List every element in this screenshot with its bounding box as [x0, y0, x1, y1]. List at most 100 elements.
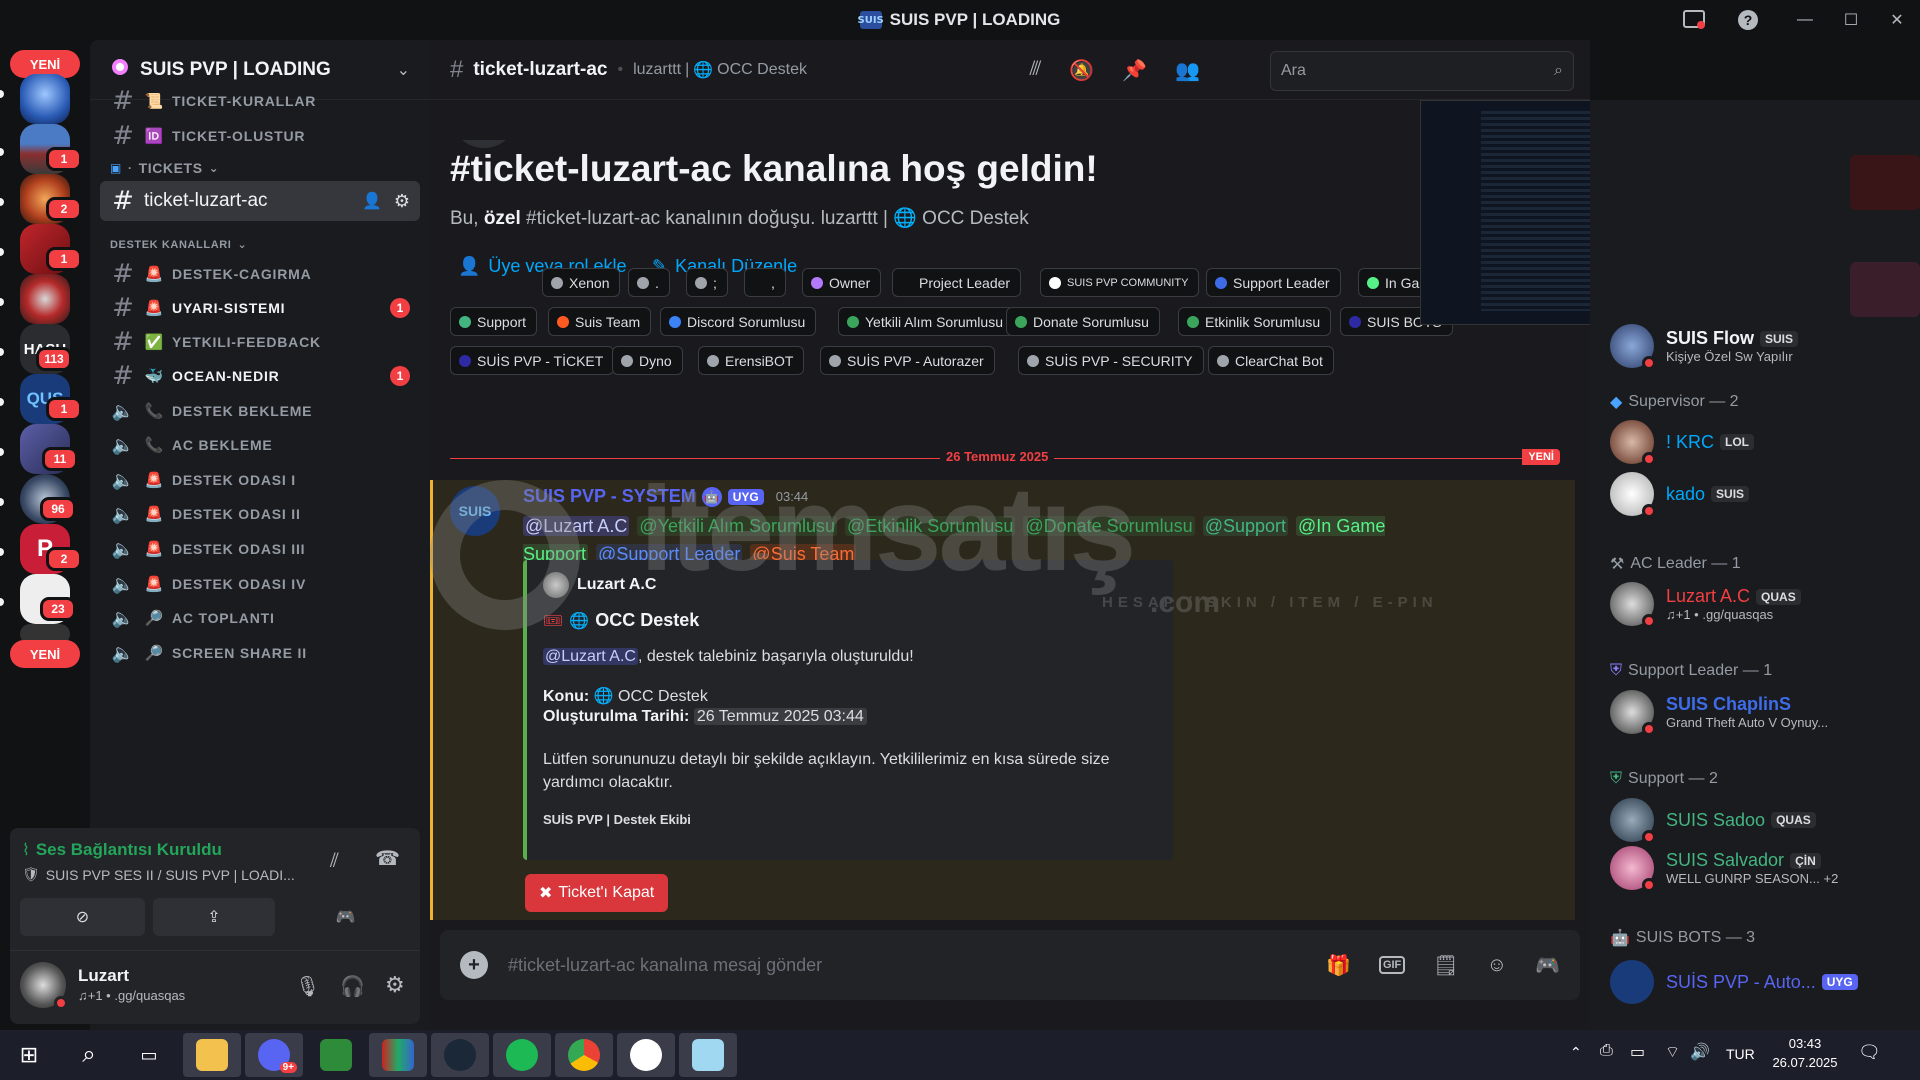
user-mention[interactable]: @Luzart A.C — [543, 648, 638, 665]
role-pill[interactable]: Project Leader — [892, 268, 1022, 297]
channel-destek-cagirma[interactable]: # 🚨 DESTEK-CAGIRMA — [100, 255, 420, 293]
message-composer[interactable]: + #ticket-luzart-ac kanalına mesaj gönde… — [440, 930, 1580, 1000]
avatar[interactable]: SUIS — [450, 486, 500, 536]
show-hidden-icons[interactable]: ⌃ — [1570, 1044, 1582, 1061]
clock[interactable]: 03:43 26.07.2025 — [1770, 1036, 1840, 1070]
member-list-icon[interactable]: 👥 — [1175, 58, 1200, 83]
gift-icon[interactable]: 🎁 — [1326, 953, 1351, 978]
voice-channel-destek-odasi-4[interactable]: 🔈 🚨 DESTEK ODASI IV — [100, 565, 420, 603]
voice-channel-destek-bekleme[interactable]: 🔈 📞 DESTEK BEKLEME — [100, 392, 420, 430]
device-icon[interactable]: ⎙ — [1600, 1042, 1613, 1060]
voice-channel-destek-odasi-3[interactable]: 🔈 🚨 DESTEK ODASI III — [100, 530, 420, 568]
role-pill[interactable]: ; — [686, 268, 728, 297]
start-button[interactable]: ⊞ — [0, 1033, 58, 1077]
disconnect-icon[interactable]: ☎ — [375, 846, 400, 871]
voice-channel-ac-toplanti[interactable]: 🔈 🔎 AC TOPLANTI — [100, 599, 420, 637]
embed-author[interactable]: Luzart A.C — [543, 572, 656, 598]
battery-icon[interactable]: ▭ — [1630, 1042, 1645, 1062]
role-pill[interactable]: SUİS PVP - TİCKET — [450, 346, 615, 375]
taskbar-app-green[interactable] — [307, 1033, 365, 1077]
role-pill[interactable]: Discord Sorumlusu — [660, 307, 817, 336]
close-ticket-button[interactable]: ✖ Ticket'ı Kapat — [525, 874, 669, 912]
taskbar-ghub[interactable] — [617, 1033, 675, 1077]
role-mention[interactable]: @Luzart A.C — [523, 516, 630, 536]
voice-channel-ac-bekleme[interactable]: 🔈 📞 AC BEKLEME — [100, 426, 420, 464]
taskbar-spotify[interactable] — [493, 1033, 551, 1077]
inbox-icon[interactable] — [1682, 8, 1706, 32]
role-pill[interactable]: SUİS PVP - Autorazer — [820, 346, 995, 375]
role-pill[interactable]: Donate Sorumlusu — [1006, 307, 1160, 336]
gif-icon[interactable]: GIF — [1378, 956, 1406, 974]
channel-ticket-kurallar[interactable]: # 📜 TICKET-KURALLAR — [100, 82, 420, 120]
channel-topic[interactable]: luzarttt | 🌐 OCC Destek — [633, 60, 807, 80]
role-mention[interactable]: @Yetkili Alım Sorumlusu — [637, 516, 838, 536]
category-tickets[interactable]: ▣ · TICKETS ⌄ — [110, 160, 219, 176]
activity-button[interactable]: 🎮 — [283, 898, 408, 936]
channel-yetkili-feedback[interactable]: # ✅ YETKILI-FEEDBACK — [100, 323, 420, 361]
screen-share-button[interactable]: ⇪ — [153, 898, 275, 936]
headphones-icon[interactable]: 🎧 — [340, 974, 365, 999]
role-pill[interactable]: . — [628, 268, 670, 297]
notification-icon[interactable]: 🗨 — [1858, 1042, 1881, 1063]
role-pill[interactable]: ErensiBOT — [698, 346, 805, 375]
volume-icon[interactable]: 🔊 — [1690, 1042, 1710, 1062]
channel-ocean-nedir[interactable]: # 🐳 OCEAN-NEDIR 1 — [100, 357, 420, 395]
role-pill[interactable]: Dyno — [612, 346, 683, 375]
task-view-button[interactable]: ▭ — [120, 1033, 178, 1077]
gear-icon[interactable]: ⚙ — [394, 191, 410, 212]
role-pill[interactable]: SUIS PVP COMMUNITY — [1040, 268, 1200, 297]
settings-gear-icon[interactable]: ⚙ — [385, 972, 405, 998]
search-button[interactable]: ⌕ — [60, 1033, 118, 1077]
member-luzart[interactable]: Luzart A.C QUAS ♫+1 • .gg/quasqas — [1610, 580, 1910, 628]
camera-button[interactable]: ⊘ — [20, 898, 145, 936]
voice-channel-info[interactable]: 🛡 SUIS PVP SES II / SUIS PVP | LOADI... — [22, 866, 295, 883]
role-pill[interactable]: ClearChat Bot — [1208, 346, 1334, 375]
role-pill[interactable]: Support — [450, 307, 538, 336]
channel-ticket-luzart-ac[interactable]: # ticket-luzart-ac 👤 ⚙ — [100, 181, 420, 221]
pin-icon[interactable]: 📌 — [1122, 58, 1147, 83]
emoji-icon[interactable]: ☺ — [1487, 954, 1507, 977]
member-suis-flow[interactable]: SUIS Flow SUIS Kişiye Özel Sw Yapılır — [1610, 322, 1910, 370]
message-author[interactable]: SUIS PVP - SYSTEM — [523, 486, 696, 507]
wifi-icon[interactable]: ⌔ — [1665, 1042, 1680, 1062]
server-icon[interactable] — [20, 74, 70, 124]
taskbar-winrar[interactable] — [369, 1033, 427, 1077]
role-pill[interactable]: , — [744, 268, 786, 297]
member-kado[interactable]: kado SUIS — [1610, 470, 1910, 518]
avatar[interactable] — [20, 962, 68, 1010]
taskbar-explorer[interactable] — [183, 1033, 241, 1077]
taskbar-app-cube[interactable] — [679, 1033, 737, 1077]
category-destek[interactable]: DESTEK KANALLARI ⌄ — [110, 238, 247, 252]
role-pill[interactable]: Owner — [802, 268, 882, 297]
add-attachment-icon[interactable]: + — [460, 951, 488, 979]
member-chaplins[interactable]: SUIS ChaplinS Grand Theft Auto V Oynuy..… — [1610, 688, 1910, 736]
noise-suppression-icon[interactable]: ⫽ — [330, 850, 339, 873]
taskbar-chrome[interactable] — [555, 1033, 613, 1077]
channel-uyari-sistemi[interactable]: # 🚨 UYARI-SISTEMI 1 — [100, 289, 420, 327]
role-mention[interactable]: @Etkinlik Sorumlusu — [845, 516, 1016, 536]
taskbar-discord[interactable]: 9+ — [245, 1033, 303, 1077]
taskbar-steam[interactable] — [431, 1033, 489, 1077]
role-pill[interactable]: SUİS PVP - SECURITY — [1018, 346, 1204, 375]
voice-channel-destek-odasi-1[interactable]: 🔈 🚨 DESTEK ODASI I — [100, 461, 420, 499]
add-member-icon[interactable]: 👤 — [362, 191, 382, 211]
role-pill[interactable]: Support Leader — [1206, 268, 1341, 297]
sticker-icon[interactable]: 🗒 — [1433, 953, 1458, 978]
role-pill[interactable]: Xenon — [542, 268, 621, 297]
search-input[interactable]: Ara ⌕ — [1270, 51, 1574, 91]
server-icon[interactable] — [20, 274, 70, 324]
help-icon[interactable]: ? — [1736, 8, 1760, 32]
new-unread-bottom[interactable]: YENİ — [10, 640, 80, 668]
role-pill[interactable]: Yetkili Alım Sorumlusu — [838, 307, 1014, 336]
language-indicator[interactable]: TUR — [1726, 1046, 1755, 1062]
role-mention[interactable]: @Donate Sorumlusu — [1023, 516, 1195, 536]
member-sadoo[interactable]: SUIS Sadoo QUAS — [1610, 796, 1910, 844]
mute-bell-icon[interactable]: 🔕 — [1069, 58, 1094, 83]
role-mention[interactable]: @Support — [1202, 516, 1289, 536]
member-salvador[interactable]: SUIS Salvador ÇİN WELL GUNRP SEASON... +2 — [1610, 844, 1910, 892]
minimize-icon[interactable]: — — [1782, 11, 1828, 29]
maximize-icon[interactable]: ☐ — [1828, 10, 1874, 30]
microphone-icon[interactable]: 🎙 — [295, 974, 320, 999]
member-suis-autorazer[interactable]: SUİS PVP - Auto... UYG — [1610, 958, 1910, 1006]
threads-icon[interactable]: ⫻ — [1029, 58, 1041, 83]
